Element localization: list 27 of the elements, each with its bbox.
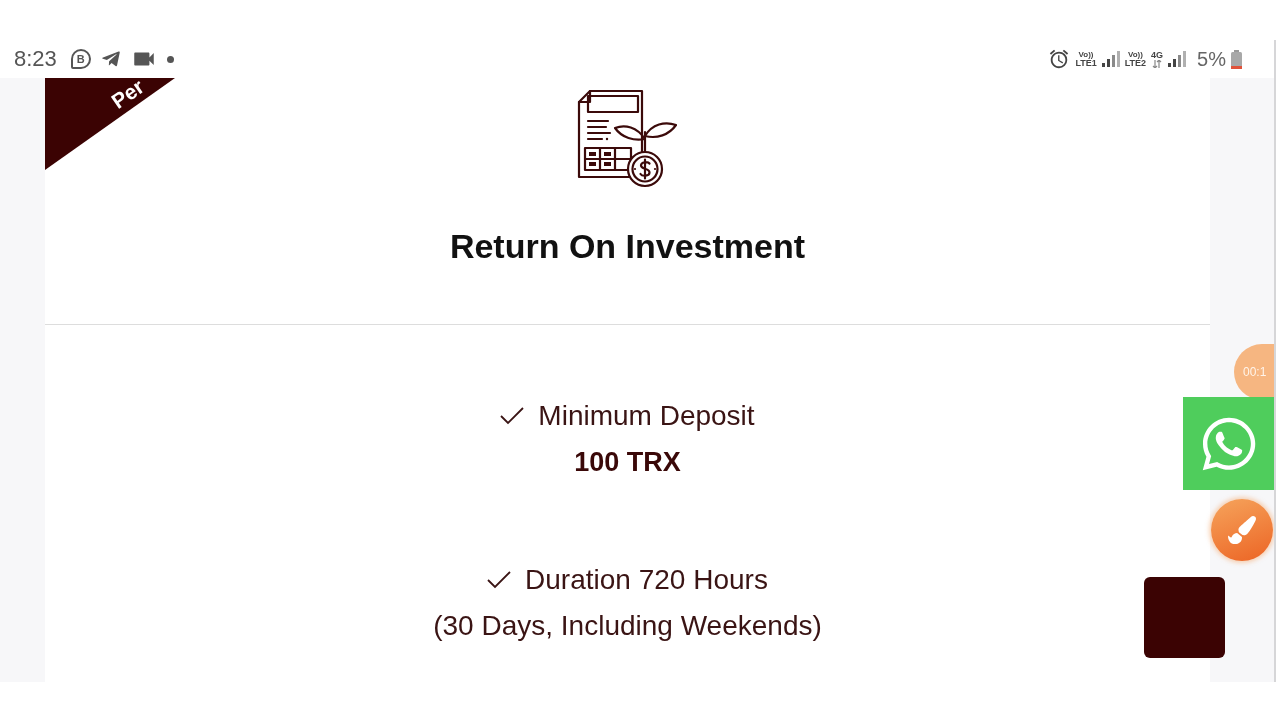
deposit-amount: 100 TRX bbox=[574, 446, 681, 479]
battery-percent: 5% bbox=[1197, 47, 1226, 71]
duration-note: (30 Days, Including Weekends) bbox=[433, 609, 822, 643]
brush-button[interactable] bbox=[1211, 499, 1273, 561]
dot-icon bbox=[166, 55, 174, 63]
signal-icon bbox=[1101, 51, 1120, 67]
data-type-label: 4G bbox=[1151, 50, 1164, 60]
chat-button[interactable] bbox=[1183, 397, 1274, 490]
feature-label: Minimum Deposit bbox=[538, 399, 755, 433]
feature-label: Duration 720 Hours bbox=[525, 563, 768, 597]
volte-label: Vo)) bbox=[1078, 50, 1094, 59]
check-icon bbox=[487, 571, 512, 589]
paper-plane-icon bbox=[100, 49, 121, 69]
card-title: Return On Investment bbox=[449, 226, 806, 266]
status-time: 8:23 bbox=[14, 46, 57, 72]
check-icon bbox=[500, 407, 525, 425]
data-arrows-icon bbox=[1152, 59, 1163, 68]
network-label: LTE2 bbox=[1124, 59, 1147, 68]
recorder-timer-bubble[interactable]: 00:1 bbox=[1234, 344, 1274, 400]
alarm-icon bbox=[1048, 48, 1071, 70]
chat-app-badge: B bbox=[70, 49, 91, 69]
battery-icon bbox=[1231, 49, 1242, 69]
network-label: LTE1 bbox=[1075, 59, 1097, 68]
brush-icon bbox=[1228, 516, 1256, 544]
volte-label: Vo)) bbox=[1127, 50, 1143, 59]
signal-icon bbox=[1168, 51, 1187, 67]
ribbon-label: Per bbox=[107, 78, 149, 114]
